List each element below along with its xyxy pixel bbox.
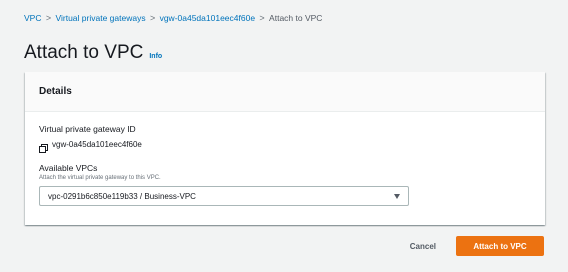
available-vpcs-label: Available VPCs bbox=[39, 163, 98, 173]
details-panel-header: Details bbox=[25, 72, 545, 112]
page-title: Attach to VPC bbox=[24, 42, 144, 63]
page-header: Attach to VPC Info bbox=[24, 42, 162, 64]
details-panel: Details Virtual private gateway ID vgw-0… bbox=[25, 72, 545, 225]
available-vpcs-field: Available VPCs Attach the virtual privat… bbox=[39, 163, 531, 206]
cancel-button[interactable]: Cancel bbox=[406, 242, 440, 251]
gateway-id-row: vgw-0a45da101eec4f60e bbox=[39, 140, 531, 153]
chevron-right-icon: > bbox=[45, 13, 52, 23]
breadcrumb-current: Attach to VPC bbox=[269, 13, 323, 23]
form-actions: Cancel Attach to VPC bbox=[406, 236, 544, 256]
attach-to-vpc-button[interactable]: Attach to VPC bbox=[456, 236, 544, 256]
gateway-id-value: vgw-0a45da101eec4f60e bbox=[52, 140, 142, 149]
breadcrumb-gateway-id[interactable]: vgw-0a45da101eec4f60e bbox=[160, 12, 255, 24]
available-vpcs-description: Attach the virtual private gateway to th… bbox=[39, 175, 161, 181]
breadcrumb: VPC > Virtual private gateways > vgw-0a4… bbox=[24, 12, 322, 24]
chevron-right-icon: > bbox=[149, 13, 156, 23]
breadcrumb-vpc[interactable]: VPC bbox=[24, 12, 41, 24]
info-link[interactable]: Info bbox=[149, 53, 162, 60]
chevron-right-icon: > bbox=[259, 13, 265, 23]
available-vpcs-select[interactable]: vpc-0291b6c850e119b33 / Business-VPC bbox=[39, 186, 409, 206]
details-title: Details bbox=[39, 86, 72, 97]
gateway-id-label: Virtual private gateway ID bbox=[39, 124, 136, 134]
copy-icon[interactable] bbox=[39, 140, 48, 153]
caret-down-icon bbox=[394, 193, 400, 199]
details-body: Virtual private gateway ID vgw-0a45da101… bbox=[25, 112, 545, 206]
breadcrumb-virtual-private-gateways[interactable]: Virtual private gateways bbox=[55, 12, 145, 24]
available-vpcs-selected-value: vpc-0291b6c850e119b33 / Business-VPC bbox=[48, 191, 196, 201]
gateway-id-field: Virtual private gateway ID vgw-0a45da101… bbox=[39, 124, 531, 153]
